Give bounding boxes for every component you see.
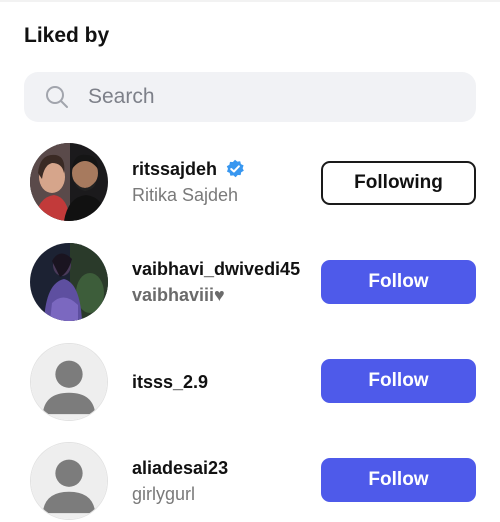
- list-item-user-2[interactable]: vaibhavi_dwivedi45 vaibhaviii♥ Follow: [0, 243, 500, 323]
- following-button[interactable]: Following: [321, 161, 476, 205]
- username-text: itsss_2.9: [132, 371, 209, 392]
- default-avatar-icon[interactable]: [30, 442, 108, 520]
- follow-button[interactable]: Follow: [321, 458, 476, 502]
- username-text: ritssajdeh: [132, 158, 218, 179]
- search-bar[interactable]: [24, 72, 476, 122]
- top-divider: [0, 0, 500, 2]
- display-name: vaibhaviii♥: [132, 285, 225, 305]
- username-text: aliadesai23: [132, 457, 229, 478]
- follow-button[interactable]: Follow: [321, 260, 476, 304]
- list-item-user-4[interactable]: aliadesai23 girlygurl Follow: [0, 442, 500, 522]
- username[interactable]: vaibhavi_dwivedi45: [132, 257, 300, 281]
- display-name: girlygurl: [132, 484, 196, 504]
- username[interactable]: aliadesai23: [132, 456, 228, 480]
- list-item-user-3[interactable]: itsss_2.9 Follow: [0, 343, 500, 423]
- avatar[interactable]: [30, 143, 108, 221]
- search-input[interactable]: [88, 85, 418, 109]
- display-name: Ritika Sajdeh: [132, 185, 239, 205]
- avatar[interactable]: [30, 243, 108, 321]
- verified-badge-icon: [225, 159, 245, 179]
- list-item-user-1[interactable]: ritssajdeh Ritika Sajdeh Following: [0, 143, 500, 223]
- username[interactable]: itsss_2.9: [132, 370, 208, 394]
- username[interactable]: ritssajdeh: [132, 157, 245, 181]
- search-icon: [44, 84, 70, 110]
- username-text: vaibhavi_dwivedi45: [132, 258, 301, 279]
- follow-button[interactable]: Follow: [321, 359, 476, 403]
- page-title: Liked by: [24, 24, 110, 47]
- default-avatar-icon[interactable]: [30, 343, 108, 421]
